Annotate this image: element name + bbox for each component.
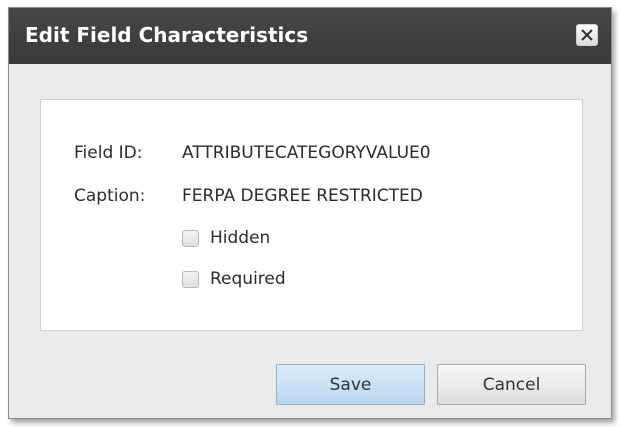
cancel-button[interactable]: Cancel <box>437 364 586 405</box>
hidden-checkbox[interactable] <box>182 229 199 247</box>
dialog-titlebar: Edit Field Characteristics <box>9 8 611 64</box>
field-id-value: ATTRIBUTECATEGORYVALUE0 <box>182 143 431 163</box>
caption-label: Caption: <box>74 186 146 206</box>
save-button[interactable]: Save <box>276 364 425 405</box>
hidden-label[interactable]: Hidden <box>210 228 270 248</box>
required-label[interactable]: Required <box>210 269 286 289</box>
edit-field-dialog: Edit Field Characteristics Field ID: ATT… <box>8 7 612 419</box>
field-id-label: Field ID: <box>74 143 143 163</box>
hidden-option[interactable]: Hidden <box>182 226 270 250</box>
dialog-title: Edit Field Characteristics <box>25 23 309 47</box>
close-icon <box>581 29 593 41</box>
caption-value: FERPA DEGREE RESTRICTED <box>182 186 423 206</box>
field-characteristics-panel: Field ID: ATTRIBUTECATEGORYVALUE0 Captio… <box>40 99 583 331</box>
required-option[interactable]: Required <box>182 267 286 291</box>
required-checkbox[interactable] <box>182 270 199 288</box>
close-button[interactable] <box>576 24 598 46</box>
